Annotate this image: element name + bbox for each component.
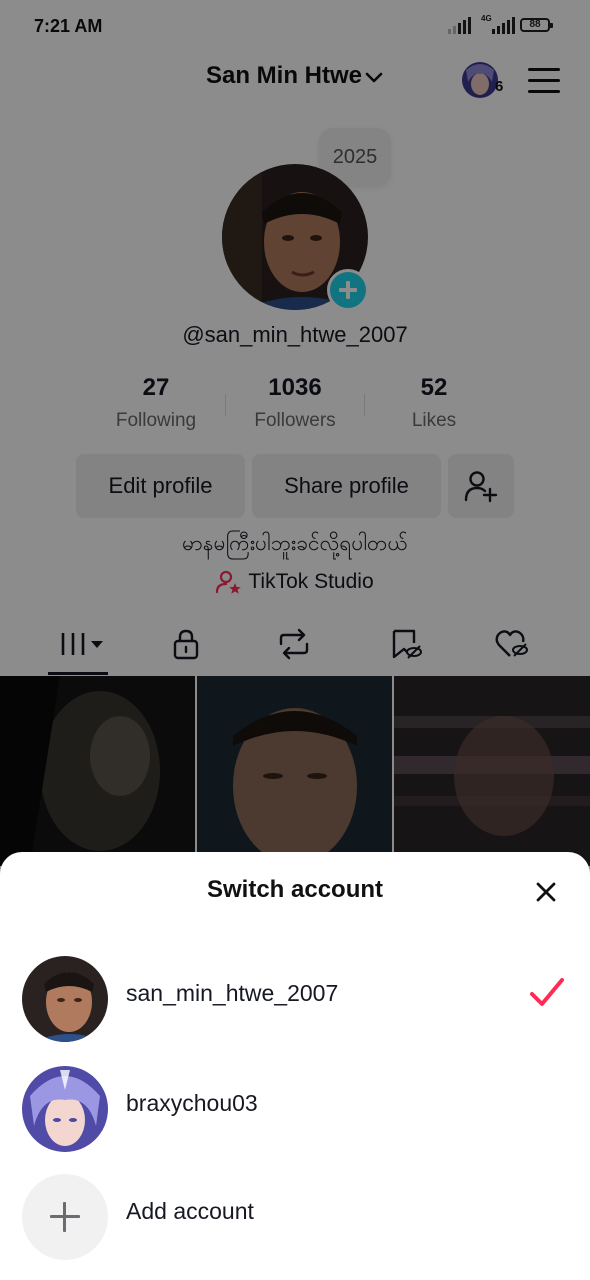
account-name: san_min_htwe_2007 (126, 980, 339, 1006)
plus-icon (22, 1174, 108, 1260)
avatar (22, 956, 108, 1042)
check-icon (530, 978, 564, 1006)
account-row-san-min-htwe[interactable]: san_min_htwe_2007 (0, 948, 590, 1044)
avatar (22, 1066, 108, 1152)
profile-screen: 7:21 AM 4G 88 San Min Htwe 6 2025 @san_m… (0, 0, 590, 1280)
switch-account-sheet: Switch account san_min_htwe_2007 braxych… (0, 852, 590, 1280)
account-name: braxychou03 (126, 1090, 258, 1116)
sheet-title: Switch account (206, 876, 384, 903)
account-row-braxychou03[interactable]: braxychou03 (0, 1058, 590, 1154)
add-account-label: Add account (126, 1198, 254, 1224)
close-icon[interactable] (532, 878, 560, 906)
add-account-row[interactable]: Add account (0, 1166, 590, 1262)
